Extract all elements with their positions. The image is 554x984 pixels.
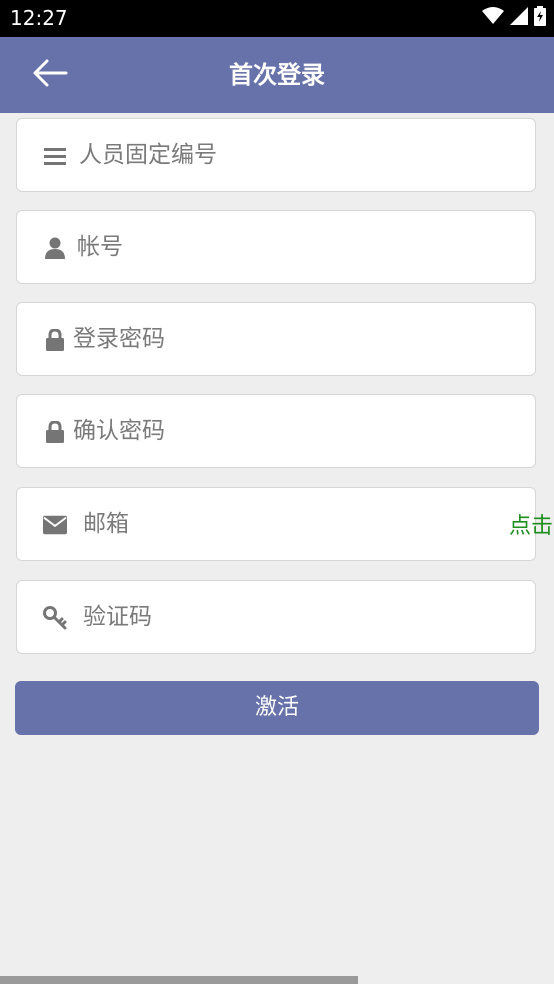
list-icon [43,145,67,167]
verification-code-input[interactable] [83,581,463,653]
email-input[interactable] [83,488,463,560]
signal-icon [510,7,528,29]
status-icons [482,6,546,30]
login-password-input[interactable] [73,303,453,375]
verification-code-field [16,580,536,654]
staff-id-input[interactable] [79,119,459,191]
staff-id-field [16,118,536,192]
account-field [16,210,536,284]
status-bar: 12:27 [0,0,554,37]
user-icon [43,237,67,259]
confirm-password-input[interactable] [73,395,453,467]
activate-button[interactable]: 激活 [15,681,539,735]
key-icon [43,606,67,630]
login-password-field [16,302,536,376]
envelope-icon [43,514,67,536]
page-title: 首次登录 [229,61,325,89]
battery-icon [534,6,546,30]
app-header: 首次登录 [0,37,554,113]
lock-icon [43,329,67,351]
status-time: 12:27 [10,6,68,30]
email-field [16,487,536,561]
account-input[interactable] [77,211,457,283]
scroll-indicator [0,976,358,984]
confirm-password-field [16,394,536,468]
lock-icon [43,421,67,443]
wifi-icon [482,7,504,29]
email-send-link[interactable]: 点击 [509,508,553,540]
